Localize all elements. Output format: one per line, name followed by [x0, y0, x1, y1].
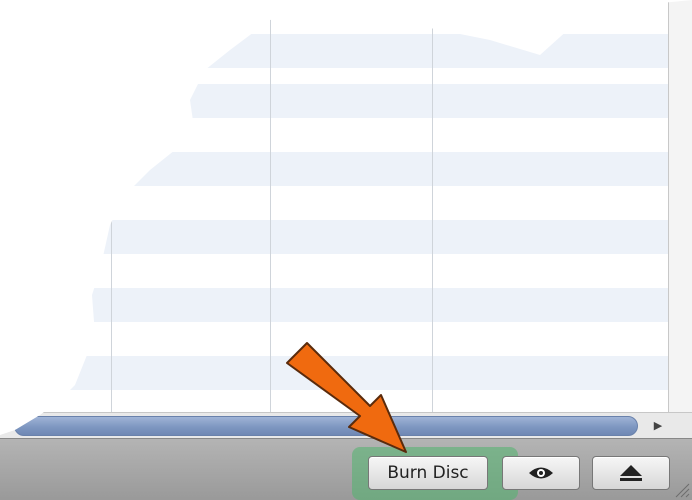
- annotation-arrow-icon: [286, 342, 407, 453]
